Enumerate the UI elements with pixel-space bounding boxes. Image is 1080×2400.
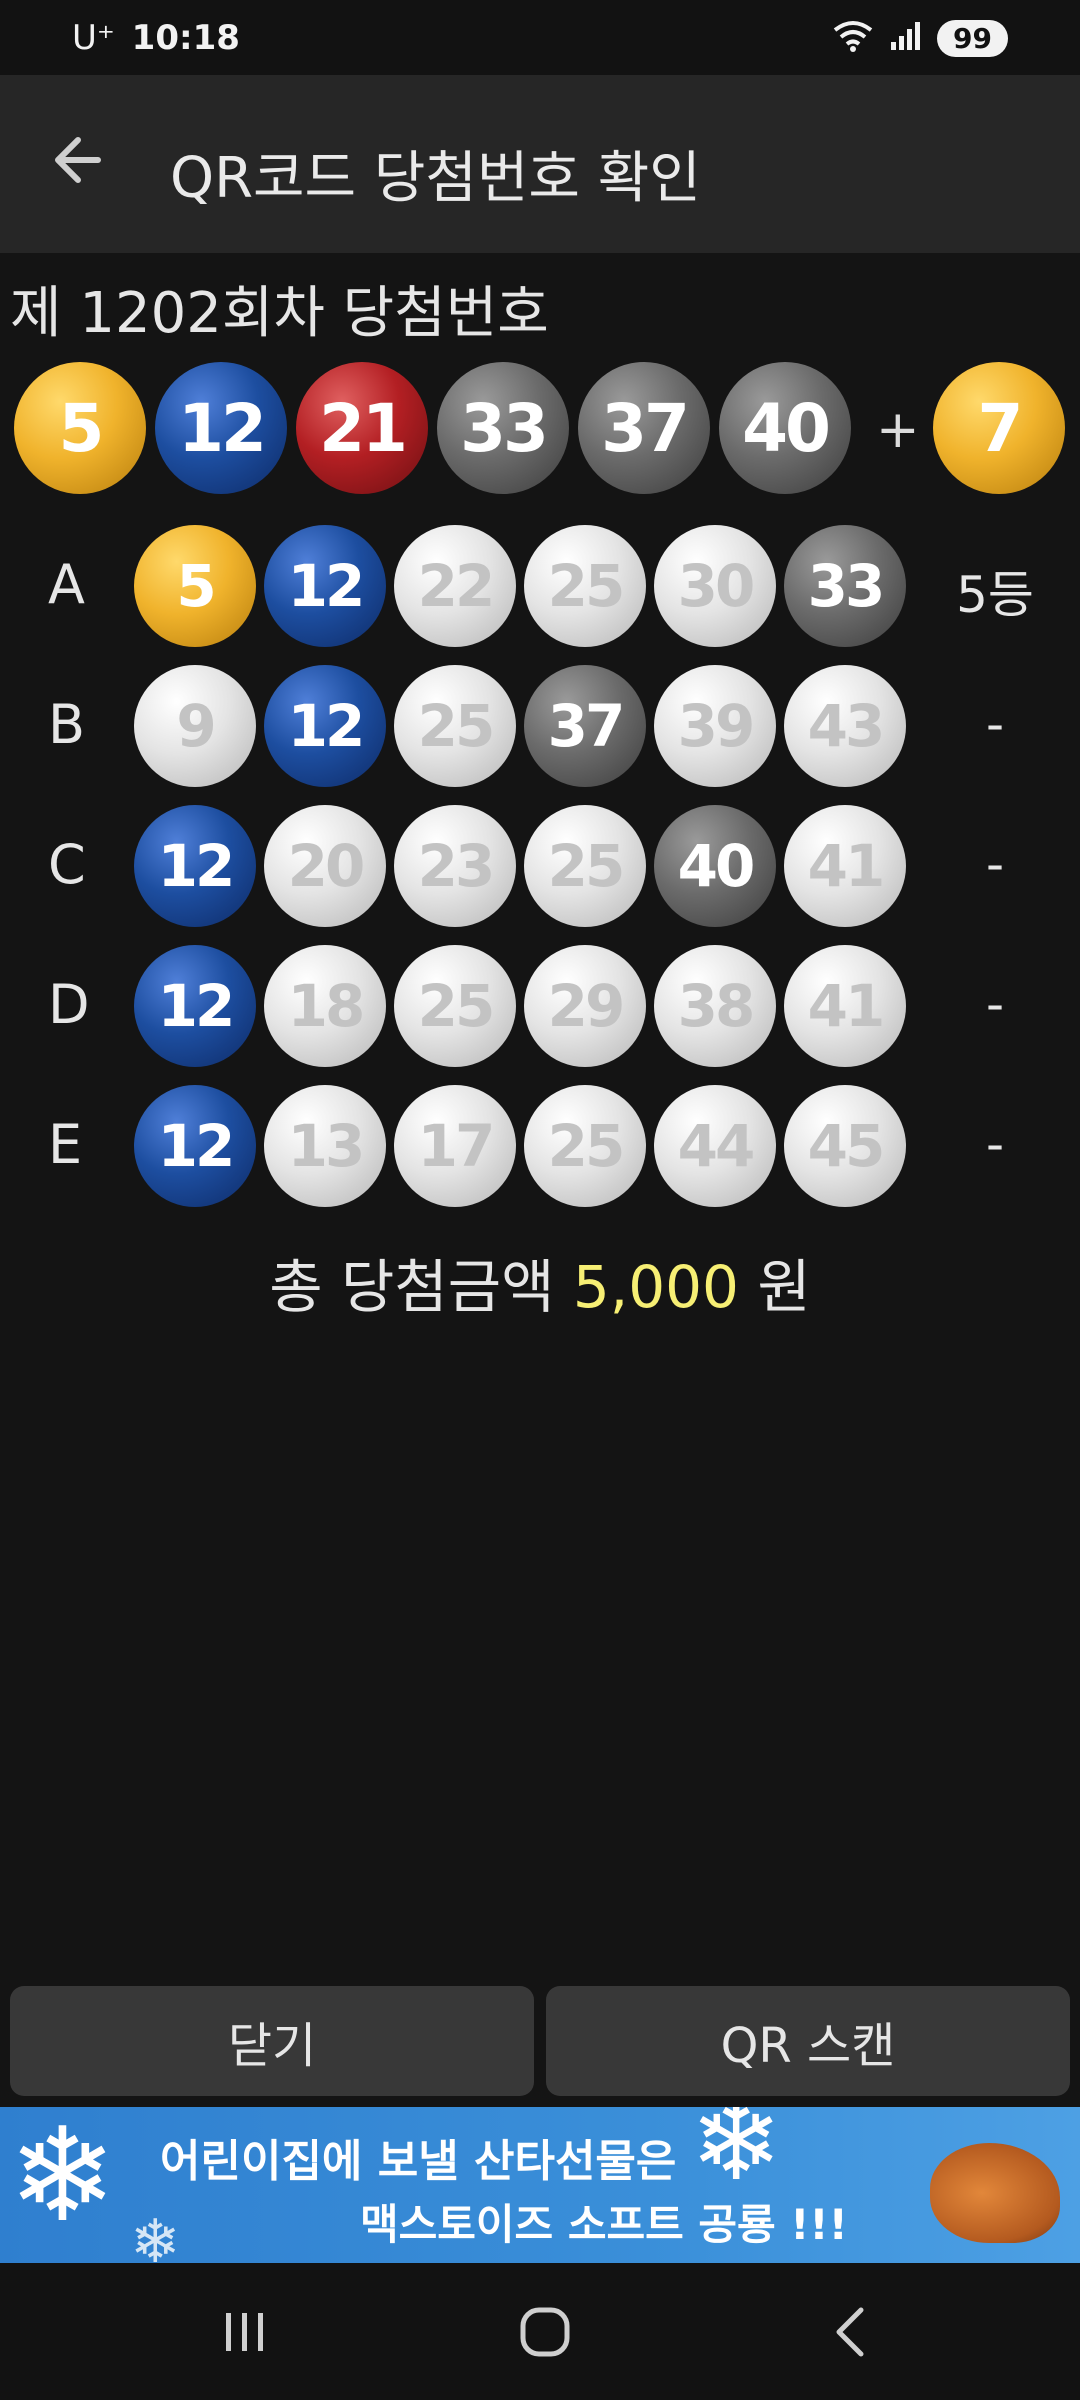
status-left: U⁺ 10:18: [72, 18, 240, 58]
status-bar: U⁺ 10:18 99: [0, 0, 1080, 75]
wifi-icon: [831, 18, 875, 58]
ticket-number-ball: 39: [654, 665, 776, 787]
app-bar: QR코드 당첨번호 확인: [0, 75, 1080, 253]
arrow-left-icon: [55, 137, 101, 183]
back-nav-button[interactable]: [770, 2263, 930, 2400]
ticket-number-ball: 12: [264, 525, 386, 647]
ticket-number-ball: 41: [784, 945, 906, 1067]
ticket-number-ball: 12: [134, 805, 256, 927]
ticket-number-ball: 25: [394, 665, 516, 787]
ticket-number-ball: 12: [134, 1085, 256, 1207]
recent-apps-button[interactable]: [165, 2263, 325, 2400]
ticket-number-ball: 29: [524, 945, 646, 1067]
snowflake-icon: ❄: [8, 2107, 117, 2251]
ticket-number-ball: 33: [784, 525, 906, 647]
home-button[interactable]: [465, 2263, 625, 2400]
home-icon: [520, 2307, 570, 2356]
ticket-number-ball: 12: [264, 665, 386, 787]
game-rank: -: [985, 835, 1005, 893]
ticket-number-ball: 43: [784, 665, 906, 787]
snowflake-icon: ❄: [130, 2207, 181, 2263]
ticket-number-ball: 40: [654, 805, 776, 927]
winning-number-ball: 40: [719, 362, 851, 494]
status-right: 99: [831, 18, 1008, 58]
game-rank: -: [985, 1115, 1005, 1173]
bonus-number-ball: 7: [933, 362, 1065, 494]
ticket-number-ball: 18: [264, 945, 386, 1067]
draw-title: 제 1202회차 당첨번호: [10, 281, 549, 346]
ad-text-line1: 어린이집에 보낼 산타선물은: [160, 2136, 677, 2187]
ticket-number-ball: 25: [524, 805, 646, 927]
game-rank: -: [985, 695, 1005, 753]
carrier-label: U⁺: [72, 18, 115, 58]
total-prize: 총 당첨금액 5,000 원: [0, 1240, 1080, 1324]
game-rank: -: [985, 975, 1005, 1033]
back-button[interactable]: [46, 125, 116, 195]
ticket-number-ball: 25: [524, 525, 646, 647]
dinosaur-toy-image: [930, 2143, 1060, 2243]
winning-number-ball: 5: [14, 362, 146, 494]
winning-number-ball: 37: [578, 362, 710, 494]
ticket-number-ball: 37: [524, 665, 646, 787]
game-label: D: [48, 973, 90, 1036]
ticket-number-ball: 38: [654, 945, 776, 1067]
signal-icon: [889, 20, 923, 56]
ticket-number-ball: 22: [394, 525, 516, 647]
battery-indicator: 99: [937, 19, 1008, 57]
winning-number-ball: 33: [437, 362, 569, 494]
ticket-number-ball: 30: [654, 525, 776, 647]
ticket-number-ball: 9: [134, 665, 256, 787]
game-label: B: [48, 693, 86, 756]
game-label: E: [48, 1113, 83, 1176]
status-time: 10:18: [131, 18, 240, 58]
ticket-number-ball: 13: [264, 1085, 386, 1207]
page-title: QR코드 당첨번호 확인: [170, 146, 701, 211]
game-label: C: [48, 833, 86, 896]
ticket-number-ball: 12: [134, 945, 256, 1067]
total-amount: 5,000: [572, 1253, 739, 1321]
ticket-number-ball: 25: [394, 945, 516, 1067]
ticket-number-ball: 25: [524, 1085, 646, 1207]
system-nav-bar: [0, 2263, 1080, 2400]
total-prefix: 총 당첨금액: [269, 1253, 555, 1321]
game-label: A: [48, 553, 85, 616]
bonus-plus: +: [876, 400, 920, 460]
ticket-number-ball: 23: [394, 805, 516, 927]
back-icon: [836, 2307, 864, 2356]
ticket-number-ball: 20: [264, 805, 386, 927]
recent-apps-icon: [226, 2312, 263, 2351]
ticket-number-ball: 45: [784, 1085, 906, 1207]
total-unit: 원: [757, 1253, 811, 1321]
ticket-number-ball: 17: [394, 1085, 516, 1207]
qr-scan-button[interactable]: QR 스캔: [546, 1986, 1070, 2096]
winning-number-ball: 12: [155, 362, 287, 494]
winning-number-ball: 21: [296, 362, 428, 494]
ticket-number-ball: 5: [134, 525, 256, 647]
ad-banner[interactable]: ❄ ❄ ❄ 어린이집에 보낼 산타선물은 맥스토이즈 소프트 공룡 !!!: [0, 2107, 1080, 2263]
ad-text-line2: 맥스토이즈 소프트 공룡 !!!: [360, 2200, 848, 2249]
ticket-number-ball: 41: [784, 805, 906, 927]
close-button[interactable]: 닫기: [10, 1986, 534, 2096]
game-rank: 5등: [956, 566, 1034, 624]
ticket-number-ball: 44: [654, 1085, 776, 1207]
